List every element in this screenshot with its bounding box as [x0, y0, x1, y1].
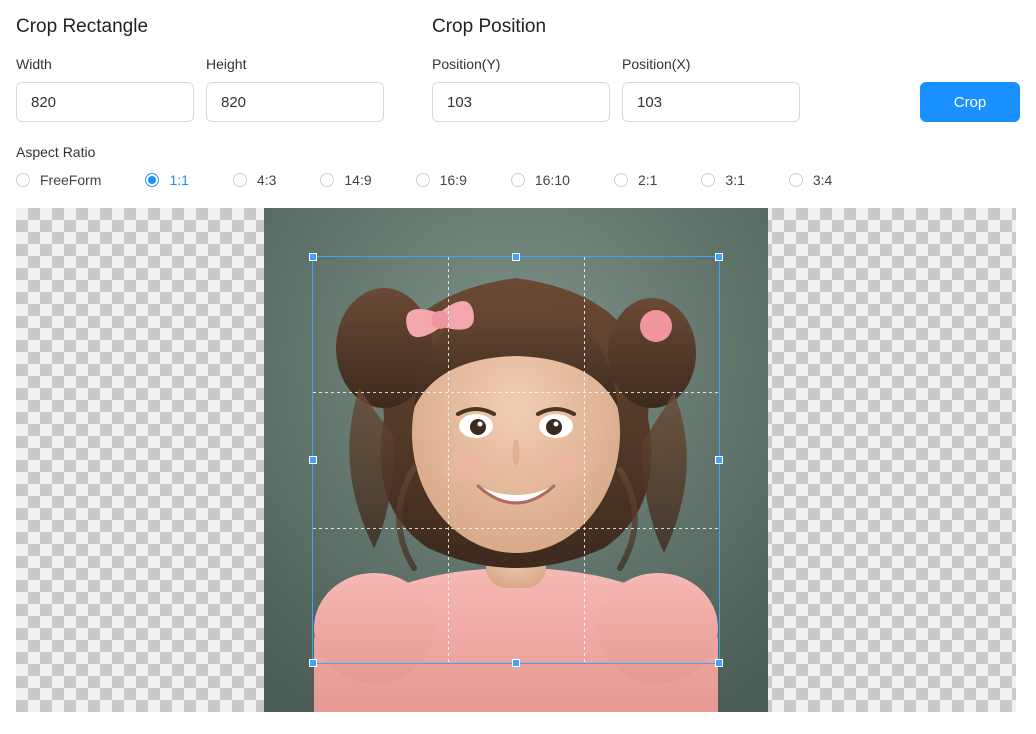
crop-handle-n[interactable]: [512, 253, 520, 261]
radio-label: 16:9: [440, 172, 467, 188]
crop-rectangle-title: Crop Rectangle: [16, 16, 384, 38]
height-label: Height: [206, 56, 384, 72]
crop-handle-se[interactable]: [715, 659, 723, 667]
aspect-radio-3-1[interactable]: 3:1: [701, 172, 744, 188]
width-label: Width: [16, 56, 194, 72]
radio-dot: [614, 173, 628, 187]
aspect-radio-freeform[interactable]: FreeForm: [16, 172, 101, 188]
crop-grid-line: [313, 528, 719, 529]
crop-grid-line: [584, 257, 585, 663]
aspect-radio-16-9[interactable]: 16:9: [416, 172, 467, 188]
radio-dot: [511, 173, 525, 187]
crop-handle-ne[interactable]: [715, 253, 723, 261]
crop-handle-s[interactable]: [512, 659, 520, 667]
radio-dot: [416, 173, 430, 187]
height-input[interactable]: [206, 82, 384, 122]
crop-handle-w[interactable]: [309, 456, 317, 464]
crop-grid-line: [448, 257, 449, 663]
aspect-radio-2-1[interactable]: 2:1: [614, 172, 657, 188]
aspect-ratio-title: Aspect Ratio: [16, 144, 1020, 160]
position-x-label: Position(X): [622, 56, 800, 72]
aspect-radio-4-3[interactable]: 4:3: [233, 172, 276, 188]
radio-label: 16:10: [535, 172, 570, 188]
radio-label: 2:1: [638, 172, 657, 188]
aspect-radio-3-4[interactable]: 3:4: [789, 172, 832, 188]
crop-grid-line: [313, 392, 719, 393]
width-input[interactable]: [16, 82, 194, 122]
radio-label: FreeForm: [40, 172, 101, 188]
image-canvas[interactable]: [16, 208, 1016, 712]
aspect-ratio-group: FreeForm 1:1 4:3 14:9 16:9 16:10 2:1 3:1 3:4: [16, 172, 1020, 188]
radio-dot: [320, 173, 334, 187]
crop-position-title: Crop Position: [432, 16, 800, 38]
position-x-input[interactable]: [622, 82, 800, 122]
radio-dot: [145, 173, 159, 187]
position-y-input[interactable]: [432, 82, 610, 122]
aspect-radio-16-10[interactable]: 16:10: [511, 172, 570, 188]
radio-label: 14:9: [344, 172, 371, 188]
radio-label: 3:4: [813, 172, 832, 188]
position-y-label: Position(Y): [432, 56, 610, 72]
crop-handle-e[interactable]: [715, 456, 723, 464]
radio-label: 3:1: [725, 172, 744, 188]
radio-dot: [789, 173, 803, 187]
aspect-radio-1-1[interactable]: 1:1: [145, 172, 188, 188]
crop-box[interactable]: [312, 256, 720, 664]
radio-dot: [16, 173, 30, 187]
crop-button[interactable]: Crop: [920, 82, 1020, 122]
radio-dot: [701, 173, 715, 187]
crop-handle-sw[interactable]: [309, 659, 317, 667]
radio-dot: [233, 173, 247, 187]
crop-handle-nw[interactable]: [309, 253, 317, 261]
radio-label: 4:3: [257, 172, 276, 188]
radio-label: 1:1: [169, 172, 188, 188]
aspect-radio-14-9[interactable]: 14:9: [320, 172, 371, 188]
